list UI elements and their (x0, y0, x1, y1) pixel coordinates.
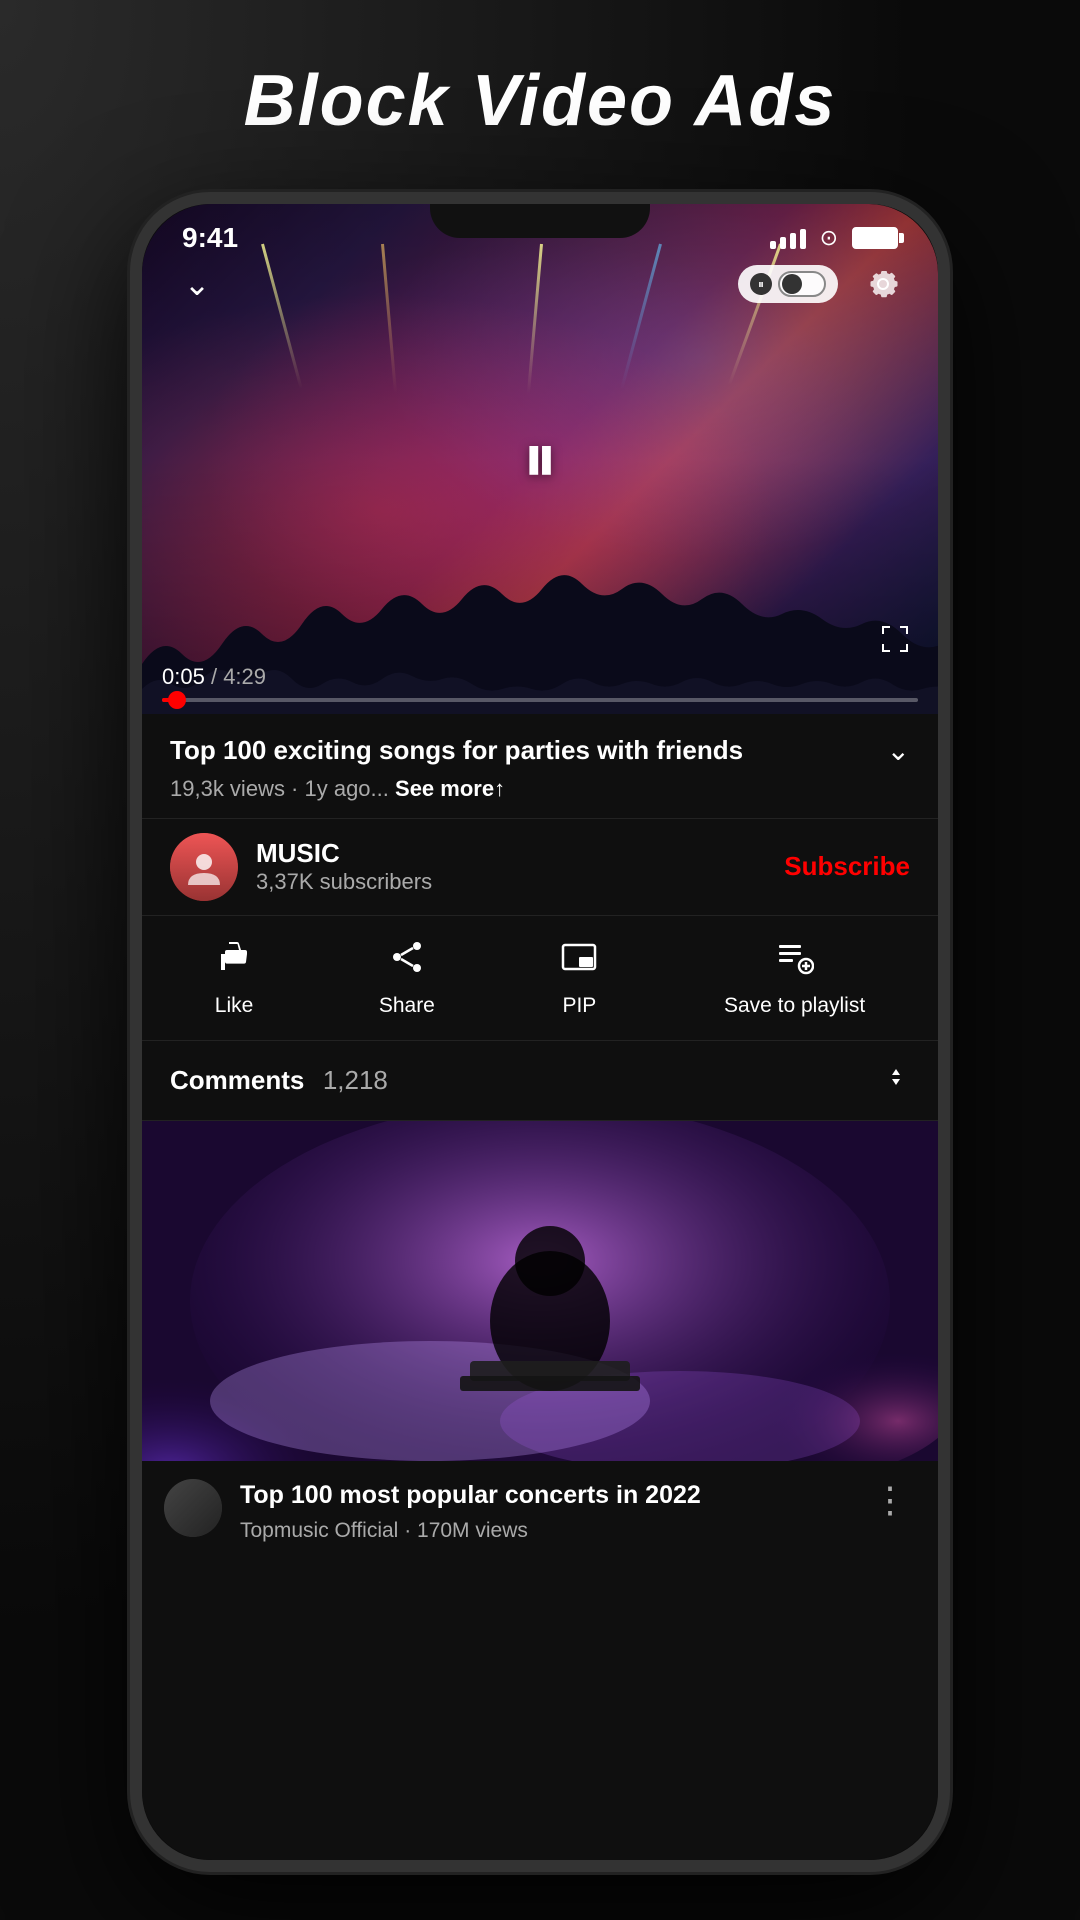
chevron-down-icon: ⌄ (184, 265, 211, 303)
channel-subscribers: 3,37K subscribers (256, 869, 784, 895)
subscribe-button[interactable]: Subscribe (784, 851, 910, 882)
signal-icon (770, 227, 806, 249)
volume-up-button (130, 434, 134, 504)
more-options-button[interactable]: ⋮ (864, 1479, 916, 1521)
rec-thumbnail (142, 1121, 938, 1461)
phone-screen: 9:41 ⊙ (142, 204, 938, 1860)
comments-label: Comments (170, 1065, 304, 1095)
like-icon (215, 938, 253, 986)
rec-thumb-art (142, 1121, 938, 1461)
pip-icon (560, 938, 598, 986)
volume-down-button (130, 534, 134, 604)
share-button[interactable]: Share (379, 938, 435, 1018)
like-button[interactable]: Like (215, 938, 254, 1018)
toggle-track (778, 271, 826, 297)
battery-icon (852, 227, 898, 249)
channel-avatar[interactable] (170, 833, 238, 901)
mute-button (130, 364, 134, 414)
rec-channel-name: Topmusic Official (240, 1519, 398, 1542)
progress-bar[interactable] (162, 698, 918, 702)
rec-title: Top 100 most popular concerts in 2022 (240, 1479, 846, 1512)
ad-block-toggle[interactable]: ⏸ (738, 265, 838, 303)
rec-video-info: Top 100 most popular concerts in 2022 To… (142, 1461, 938, 1562)
share-icon (388, 938, 426, 986)
view-count: 19,3k views · 1y ago... (170, 776, 389, 801)
pip-label: PIP (562, 994, 596, 1018)
status-time: 9:41 (182, 222, 238, 254)
pause-button[interactable]: ⏸ (523, 418, 558, 500)
channel-name: MUSIC (256, 838, 784, 869)
comments-count: 1,218 (323, 1065, 388, 1095)
video-meta: 19,3k views · 1y ago... See more↑ (142, 776, 938, 818)
action-bar: Like Share (142, 916, 938, 1041)
save-playlist-label: Save to playlist (724, 994, 865, 1018)
fullscreen-button[interactable] (878, 622, 912, 664)
back-button[interactable]: ⌄ (172, 259, 222, 309)
rec-channel-avatar (164, 1479, 222, 1537)
wifi-icon: ⊙ (820, 225, 838, 251)
video-player[interactable]: ⌄ ⏸ (142, 204, 938, 714)
sort-comments-button[interactable] (882, 1063, 910, 1098)
power-button (946, 484, 950, 574)
total-time: 4:29 (223, 664, 266, 689)
rec-avatar-inner (164, 1479, 222, 1537)
progress-thumb[interactable] (168, 691, 186, 709)
expand-icon[interactable]: ⌄ (887, 734, 910, 767)
video-title-row: Top 100 exciting songs for parties with … (142, 714, 938, 776)
current-time: 0:05 (162, 664, 205, 689)
channel-row: MUSIC 3,37K subscribers Subscribe (142, 818, 938, 916)
pause-icon: ⏸ (523, 418, 558, 500)
share-label: Share (379, 994, 435, 1018)
time-separator: / (211, 664, 223, 689)
rec-dot: · (404, 1519, 417, 1542)
save-to-playlist-button[interactable]: Save to playlist (724, 938, 865, 1018)
progress-area: 0:05 / 4:29 (142, 664, 938, 714)
controls-right: ⏸ (738, 259, 908, 309)
pause-toggle-icon: ⏸ (750, 273, 772, 295)
notch (430, 204, 650, 238)
save-playlist-icon (776, 938, 814, 986)
progress-fill (162, 698, 177, 702)
toggle-thumb (782, 274, 802, 294)
recommended-video[interactable]: Top 100 most popular concerts in 2022 To… (142, 1121, 938, 1562)
video-top-controls: ⌄ ⏸ (142, 259, 938, 309)
time-display: 0:05 / 4:29 (162, 664, 918, 690)
content-area: Top 100 exciting songs for parties with … (142, 714, 938, 1860)
status-icons: ⊙ (770, 225, 898, 251)
avatar-inner (170, 833, 238, 901)
channel-info: MUSIC 3,37K subscribers (256, 838, 784, 895)
pip-button[interactable]: PIP (560, 938, 598, 1018)
rec-meta: Topmusic Official · 170M views (240, 1519, 846, 1543)
see-more-link[interactable]: See more↑ (395, 776, 505, 801)
phone-shell: 9:41 ⊙ (130, 192, 950, 1872)
video-title: Top 100 exciting songs for parties with … (170, 734, 873, 768)
page-headline-text: Block Video Ads (244, 60, 837, 142)
like-label: Like (215, 994, 254, 1018)
comments-row: Comments 1,218 (142, 1041, 938, 1121)
rec-info: Top 100 most popular concerts in 2022 To… (240, 1479, 846, 1544)
rec-views: 170M views (417, 1519, 528, 1542)
comments-section: Comments 1,218 (170, 1065, 388, 1096)
settings-button[interactable] (858, 259, 908, 309)
